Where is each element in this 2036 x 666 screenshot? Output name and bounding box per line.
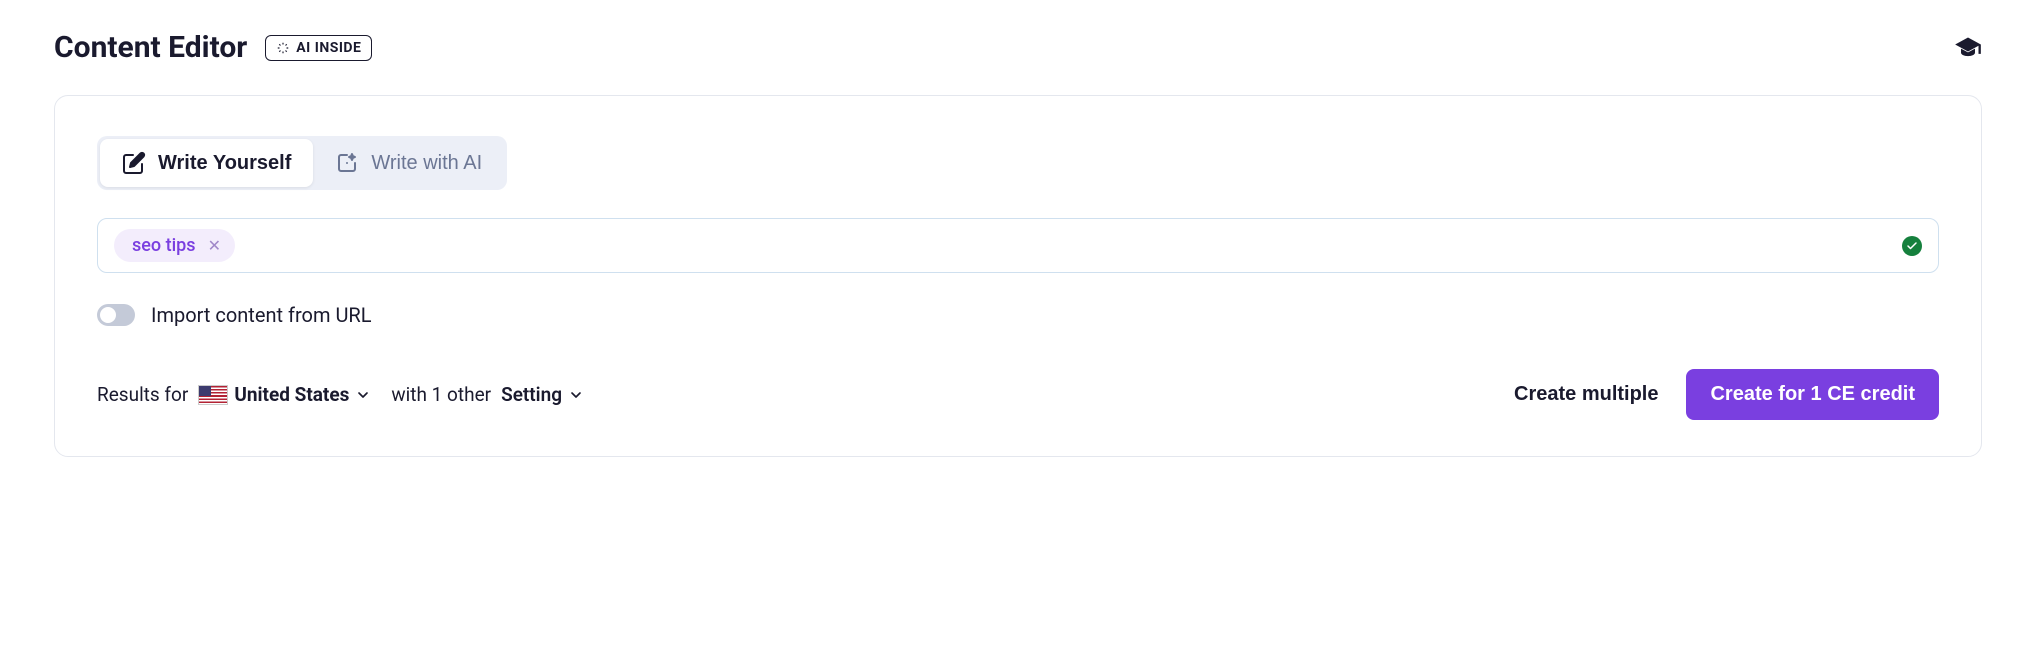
pen-icon [122,151,146,175]
header-left: Content Editor AI INSIDE [54,30,372,65]
us-flag-icon [198,385,228,405]
toggle-knob [100,307,116,323]
setting-label: Setting [501,383,562,406]
ai-badge-text: AI INSIDE [296,40,361,56]
tab-write-yourself-label: Write Yourself [158,152,291,175]
setting-dropdown[interactable]: Setting [501,383,584,406]
close-icon[interactable]: ✕ [208,238,221,254]
tab-write-with-ai-label: Write with AI [371,152,482,175]
footer-right: Create multiple Create for 1 CE credit [1514,369,1939,420]
checkmark-icon [1902,236,1922,256]
card-footer: Results for United States with 1 other S… [97,369,1939,420]
sparkle-box-icon [335,151,359,175]
import-url-toggle[interactable] [97,304,135,326]
country-dropdown[interactable]: United States [198,383,371,406]
content-editor-card: Write Yourself Write with AI seo tips ✕ [54,95,1982,457]
create-multiple-button[interactable]: Create multiple [1514,383,1658,406]
chevron-down-icon [355,387,371,403]
graduation-cap-icon[interactable] [1954,34,1982,62]
keyword-tag-text: seo tips [132,235,196,256]
country-label: United States [234,383,349,406]
tab-write-with-ai[interactable]: Write with AI [313,139,504,187]
results-prefix: Results for [97,383,188,406]
keyword-input[interactable]: seo tips ✕ [97,218,1939,273]
sparkle-icon [276,41,290,55]
chevron-down-icon [568,387,584,403]
ai-badge: AI INSIDE [265,35,372,61]
header: Content Editor AI INSIDE [54,30,1982,65]
keyword-tag: seo tips ✕ [114,229,235,262]
tab-write-yourself[interactable]: Write Yourself [100,139,313,187]
import-url-row: Import content from URL [97,303,1939,327]
create-button[interactable]: Create for 1 CE credit [1686,369,1939,420]
page-title: Content Editor [54,30,247,65]
footer-left: Results for United States with 1 other S… [97,383,584,406]
with-prefix: with 1 other [391,383,491,406]
mode-tabs: Write Yourself Write with AI [97,136,507,190]
import-url-label: Import content from URL [151,303,372,327]
